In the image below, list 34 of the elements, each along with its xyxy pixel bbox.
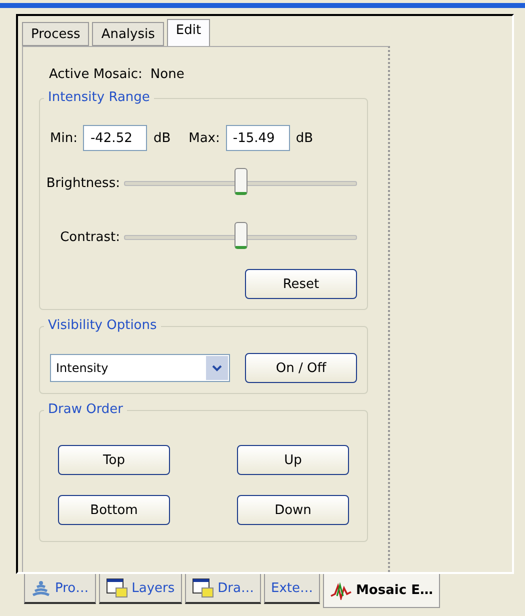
- window-icon: [192, 578, 214, 598]
- slider-label: Brightness:: [45, 176, 120, 190]
- dock-tab[interactable]: Pro…: [24, 574, 96, 604]
- active-mosaic-value: None: [150, 67, 184, 82]
- group-title: Intensity Range: [44, 90, 154, 105]
- unit-label: dB: [296, 130, 314, 146]
- draw-order-button[interactable]: Bottom: [58, 495, 170, 525]
- chevron-down-icon: [212, 364, 222, 372]
- chart-icon: [330, 582, 352, 600]
- tab[interactable]: Edit: [166, 19, 210, 46]
- min-label: Min:: [50, 130, 78, 146]
- max-input-field[interactable]: -15.49: [226, 125, 290, 151]
- dock-tab[interactable]: Layers: [98, 574, 182, 604]
- signal-icon: [31, 579, 51, 597]
- dock-tab[interactable]: Mosaic E…: [323, 574, 440, 608]
- dock-tab[interactable]: Dra…: [184, 574, 261, 604]
- min-input-field[interactable]: -42.52: [83, 125, 148, 151]
- tab[interactable]: Analysis: [92, 22, 164, 46]
- tab[interactable]: Process: [22, 22, 90, 46]
- draw-order-button[interactable]: Top: [58, 445, 170, 475]
- slider-thumb[interactable]: [234, 168, 247, 194]
- reset-button[interactable]: Reset: [245, 269, 357, 299]
- group-title: Visibility Options: [44, 318, 161, 333]
- draw-order-button[interactable]: Up: [237, 445, 349, 475]
- max-label: Max:: [188, 130, 220, 146]
- visibility-dropdown[interactable]: Intensity: [50, 354, 230, 382]
- active-mosaic-label: Active Mosaic:: [49, 67, 142, 82]
- draw-order-button[interactable]: Down: [237, 495, 349, 525]
- window-icon: [106, 578, 128, 598]
- slider-thumb[interactable]: [234, 222, 247, 248]
- dock-tab[interactable]: Exte…: [264, 574, 320, 604]
- on-off-button[interactable]: On / Off: [245, 353, 357, 383]
- unit-label: dB: [153, 130, 171, 146]
- slider-label: Contrast:: [59, 230, 120, 244]
